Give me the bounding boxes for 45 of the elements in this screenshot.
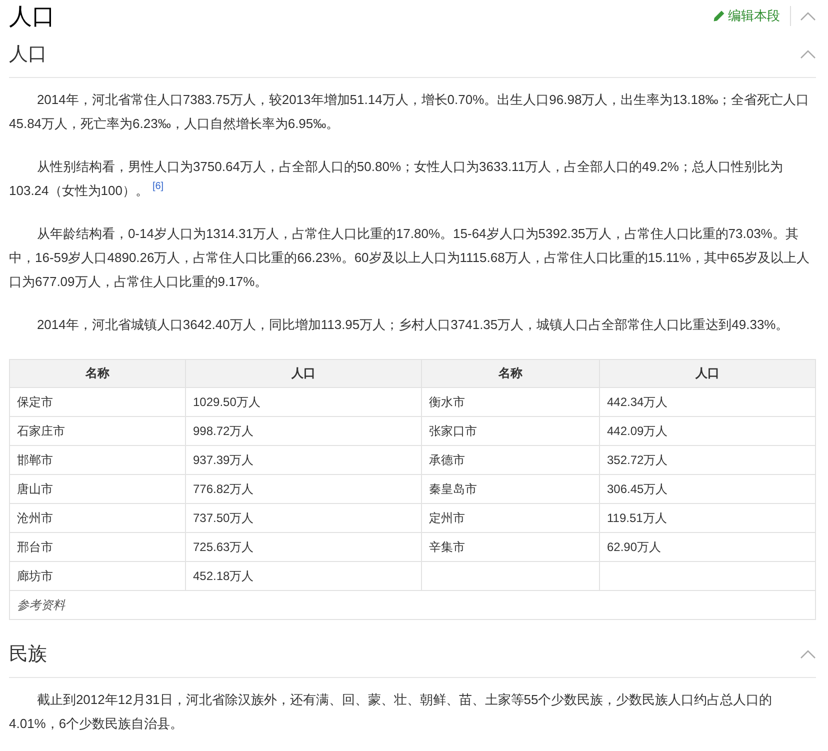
body-paragraph: 2014年，河北省常住人口7383.75万人，较2013年增加51.14万人，增长0.70%。出生人口96.98万人，出生率为13.18‰；全省死亡人口45.84万人，死亡率为6.23‰，人口自然增长率为6.95‰。 [9, 91, 810, 133]
collapse-icon[interactable] [800, 649, 816, 659]
table-cell: 沧州市 [10, 504, 186, 532]
table-cell: 306.45万人 [600, 474, 816, 504]
table-cell: 廊坊市 [10, 562, 186, 590]
table-cell: 937.39万人 [186, 446, 422, 474]
body-paragraph: 从年龄结构看，0-14岁人口为1314.31万人，占常住人口比重的17.80%。15-64岁人口为5392.35万人，占常住人口比重的73.03%。其中，16-59岁人口4890.26万人，占常住人口比重的66.23%。60岁及以上人口为1115.68万人，占常住人口比重的15.11%，其中65岁及以上人口为677.09万人，占常住人口比重的9.17%。 [9, 225, 810, 291]
column-header: 人口 [186, 360, 422, 388]
table-cell: 定州市 [422, 504, 600, 532]
table-cell: 石家庄市 [10, 416, 186, 446]
table-cell: 秦皇岛市 [422, 474, 600, 504]
collapse-icon[interactable] [800, 49, 816, 59]
page-title: 人口 [9, 2, 56, 31]
body-paragraph: 从性别结构看，男性人口为3750.64万人，占全部人口的50.80%；女性人口为3633.11万人，占全部人口的49.2%；总人口性别比为103.24（女性为100）。 $^{[6]}$ [9, 158, 784, 200]
body-paragraph: 截止到2012年12月31日，河北省除汉族外，还有满、回、蒙、壮、朝鲜、苗、土家等55个少数民族，少数民族人口约占总人口的4.01%，6个少数民族自治县。 [9, 691, 774, 733]
section-heading: 民族 [9, 643, 48, 667]
table-cell: 725.63万人 [186, 532, 422, 562]
table-cell: 辛集市 [422, 532, 600, 562]
table-cell: 442.34万人 [600, 388, 816, 416]
table-cell: 承德市 [422, 446, 600, 474]
table-cell: 352.72万人 [600, 446, 816, 474]
table-cell: 776.82万人 [186, 474, 422, 504]
column-header: 人口 [600, 360, 816, 388]
column-header: 名称 [10, 360, 186, 388]
column-header: 名称 [422, 360, 600, 388]
table-cell: 119.51万人 [600, 504, 816, 532]
table-caption: 参考资料 [17, 598, 65, 612]
table-cell: 衡水市 [422, 388, 600, 416]
table-cell: 邢台市 [10, 532, 186, 562]
table-cell: 1029.50万人 [186, 388, 422, 416]
table-cell: 442.09万人 [600, 416, 816, 446]
table-cell: 张家口市 [422, 416, 600, 446]
table-cell: 737.50万人 [186, 504, 422, 532]
table-cell: 唐山市 [10, 474, 186, 504]
footnote-link[interactable]: [6] [152, 181, 164, 192]
table-cell: 保定市 [10, 388, 186, 416]
body-paragraph: 2014年，河北省城镇人口3642.40万人，同比增加113.95万人；乡村人口3741.35万人，城镇人口占全部常住人口比重达到49.33%。 [36, 316, 790, 334]
collapse-icon[interactable] [800, 11, 816, 21]
edit-section-link[interactable]: 编辑本段 [713, 7, 780, 25]
table-cell: 998.72万人 [186, 416, 422, 446]
table-cell: 452.18万人 [186, 562, 422, 590]
table-cell: 邯郸市 [10, 446, 186, 474]
table-cell: 62.90万人 [600, 532, 816, 562]
pencil-icon [713, 10, 725, 22]
section-heading: 人口 [9, 43, 48, 67]
